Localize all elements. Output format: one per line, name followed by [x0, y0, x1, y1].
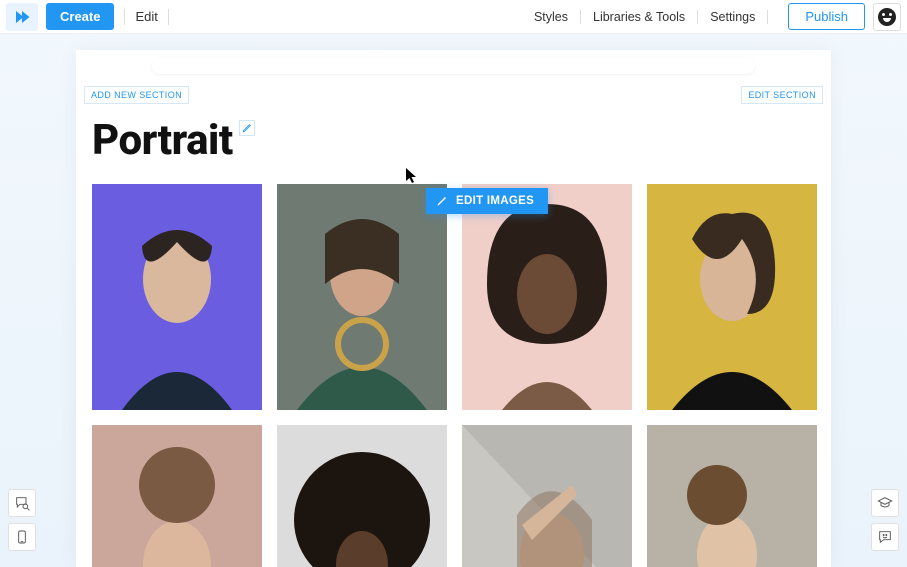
create-button[interactable]: Create: [46, 3, 114, 30]
pencil-icon: [436, 195, 448, 207]
format-logo[interactable]: [6, 3, 38, 31]
nav-styles[interactable]: Styles: [532, 10, 570, 24]
gallery-image[interactable]: [462, 184, 632, 410]
edit-images-label: EDIT IMAGES: [456, 195, 534, 207]
mobile-preview-button[interactable]: [8, 523, 36, 551]
mobile-icon: [14, 529, 30, 545]
learn-button[interactable]: [871, 489, 899, 517]
divider: [767, 10, 768, 24]
page-canvas: ADD NEW SECTION EDIT SECTION Portrait ED…: [76, 50, 831, 567]
divider: [697, 10, 698, 24]
top-bar: Create Edit Styles Libraries & Tools Set…: [0, 0, 907, 34]
chat-smile-icon: [877, 529, 893, 545]
divider: [124, 9, 125, 25]
feedback-button[interactable]: [871, 523, 899, 551]
nav-libraries-tools[interactable]: Libraries & Tools: [591, 10, 687, 24]
section-title: Portrait: [92, 116, 233, 165]
divider: [580, 10, 581, 24]
edit-section-button[interactable]: EDIT SECTION: [741, 86, 823, 104]
publish-button[interactable]: Publish: [788, 3, 865, 30]
divider: [168, 9, 169, 25]
user-avatar[interactable]: [873, 3, 901, 31]
gallery-image[interactable]: [647, 184, 817, 410]
gallery-image[interactable]: [92, 425, 262, 567]
search-bar[interactable]: [152, 58, 755, 74]
section-title-row: Portrait: [92, 116, 255, 165]
gallery-image[interactable]: [92, 184, 262, 410]
edit-title-button[interactable]: [239, 120, 255, 136]
nav-settings[interactable]: Settings: [708, 10, 757, 24]
mouse-cursor: [406, 168, 418, 188]
edit-button[interactable]: Edit: [135, 9, 157, 24]
edit-images-button[interactable]: EDIT IMAGES: [426, 188, 548, 214]
gallery-image[interactable]: [277, 184, 447, 410]
gallery-image[interactable]: [647, 425, 817, 567]
chat-search-icon: [14, 495, 30, 511]
add-new-section-button[interactable]: ADD NEW SECTION: [84, 86, 189, 104]
graduation-cap-icon: [877, 495, 893, 511]
gallery-image[interactable]: [462, 425, 632, 567]
image-gallery: [92, 184, 816, 567]
comment-search-button[interactable]: [8, 489, 36, 517]
gallery-image[interactable]: [277, 425, 447, 567]
